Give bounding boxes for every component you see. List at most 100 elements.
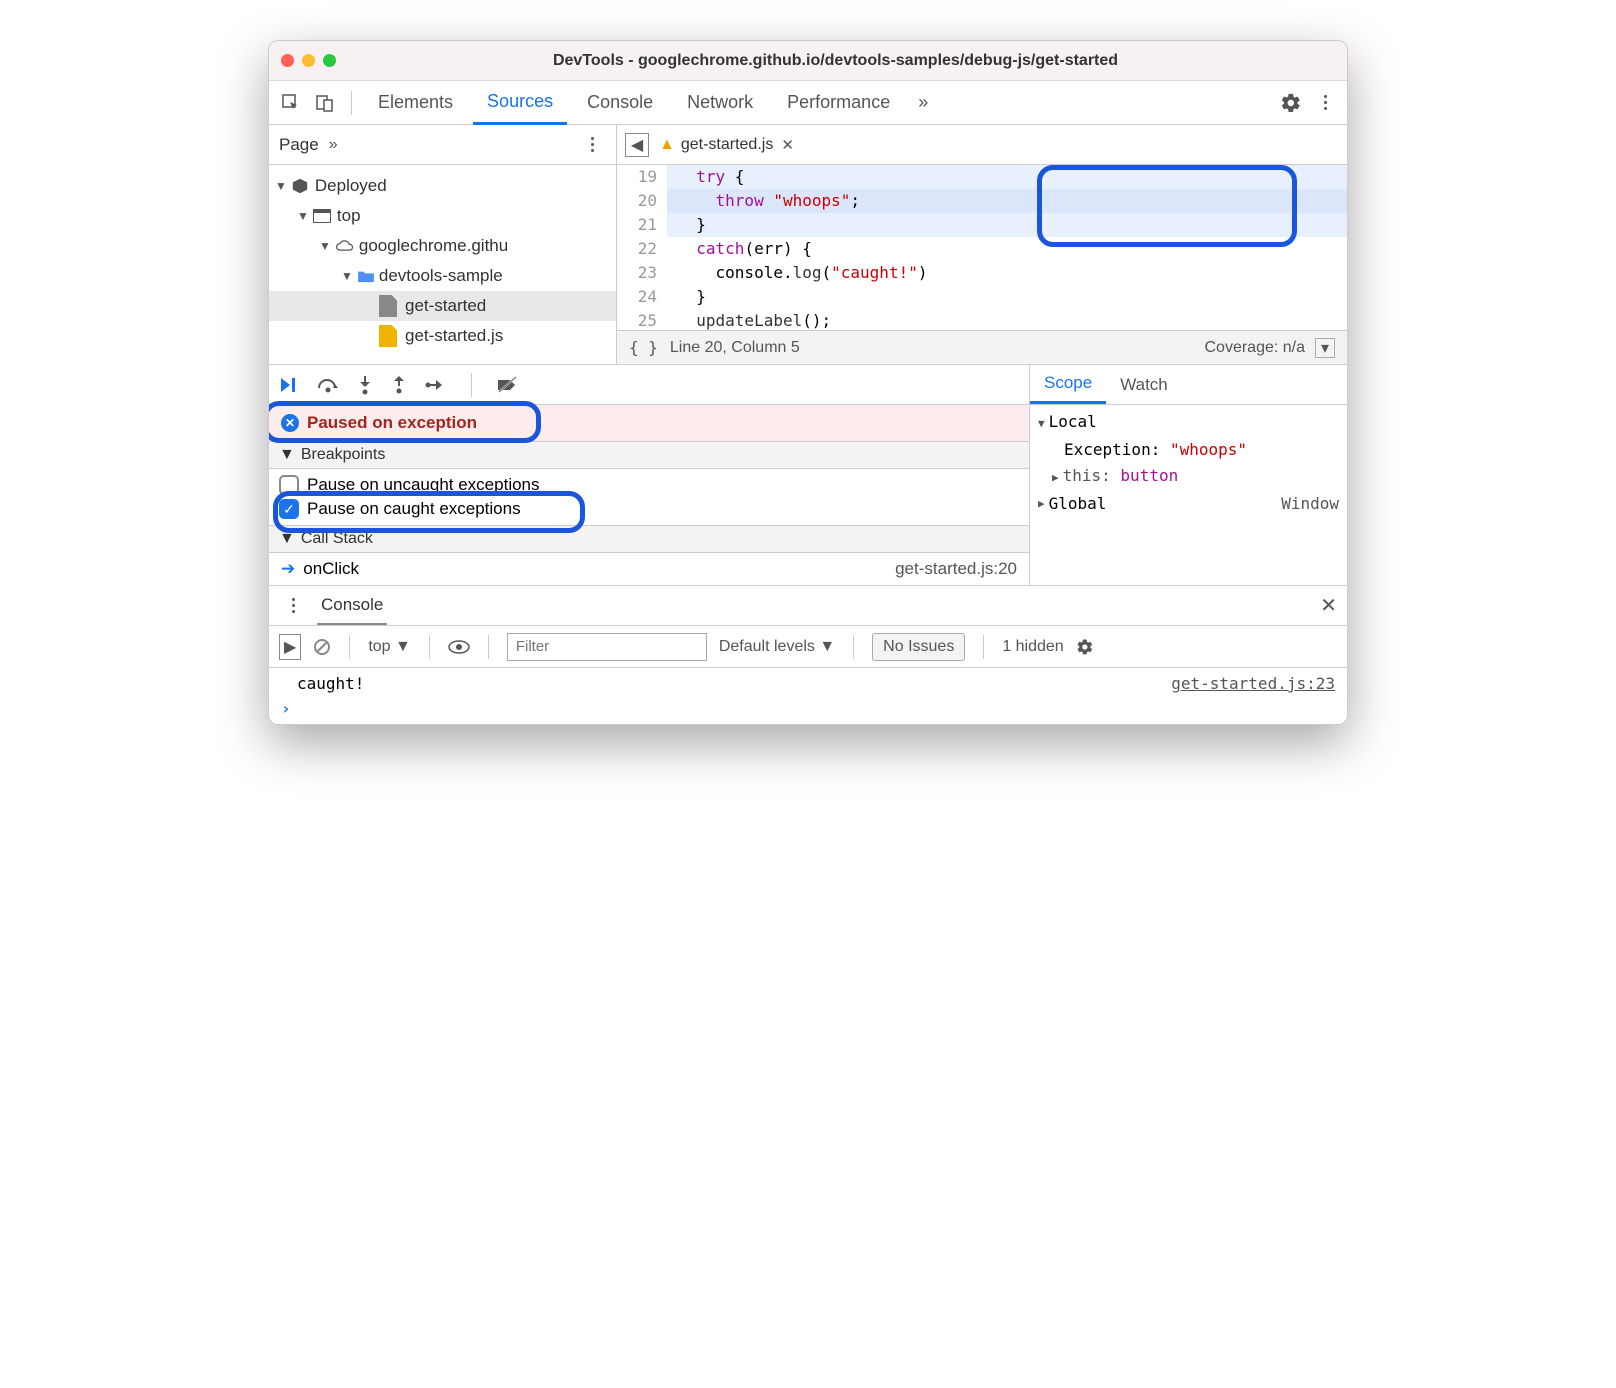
sources-subheader: Page » ◀ ▲ get-started.js ✕	[269, 125, 1347, 165]
console-prompt[interactable]: ›	[281, 693, 1335, 718]
tree-label: get-started.js	[405, 326, 503, 346]
warning-icon: ▲	[659, 136, 675, 154]
resume-icon[interactable]	[279, 376, 299, 394]
annotation-highlight-paused	[268, 401, 541, 443]
step-into-icon[interactable]	[357, 375, 373, 395]
document-icon	[379, 295, 397, 317]
tree-top[interactable]: ▼ top	[269, 201, 616, 231]
hidden-count: 1 hidden	[1002, 638, 1063, 656]
panel-tabbar: Elements Sources Console Network Perform…	[269, 81, 1347, 125]
tab-performance[interactable]: Performance	[773, 81, 904, 125]
chevron-down-icon: ▼	[279, 446, 295, 464]
console-tab[interactable]: Console	[317, 587, 387, 625]
more-tabs-button[interactable]: »	[910, 92, 936, 113]
tree-domain[interactable]: ▼ googlechrome.githu	[269, 231, 616, 261]
breakpoints-header[interactable]: ▼ Breakpoints	[269, 441, 1029, 469]
tab-elements[interactable]: Elements	[364, 81, 467, 125]
tree-label: top	[337, 206, 361, 226]
navigator-tabbar: Page »	[269, 125, 617, 164]
live-expression-icon[interactable]	[448, 640, 470, 654]
console-log-row[interactable]: caught! get-started.js:23	[281, 674, 1335, 693]
cloud-icon	[335, 239, 355, 253]
tree-file-js[interactable]: get-started.js	[269, 321, 616, 351]
tab-console[interactable]: Console	[573, 81, 667, 125]
scope-this[interactable]: ▶this: button	[1038, 463, 1339, 491]
editor-tabbar: ◀ ▲ get-started.js ✕	[617, 125, 1347, 164]
console-settings-icon[interactable]	[1076, 638, 1094, 656]
tree-label: get-started	[405, 296, 486, 316]
toggle-navigator-icon[interactable]: ◀	[625, 133, 649, 157]
coverage-label: Coverage: n/a	[1204, 339, 1305, 357]
frame-location: get-started.js:20	[895, 559, 1017, 579]
inspect-element-icon[interactable]	[277, 89, 305, 117]
console-drawer: Console ✕ ▶ top ▼ Default levels ▼ No Is…	[269, 586, 1347, 724]
scope-pane: Scope Watch ▼Local Exception: "whoops" ▶…	[1029, 365, 1347, 585]
file-navigator: ▼ Deployed ▼ top ▼ googlechrome.githu ▼ …	[269, 165, 617, 364]
page-tab[interactable]: Page	[279, 135, 319, 155]
step-icon[interactable]	[425, 377, 447, 393]
annotation-highlight-checkbox	[273, 491, 585, 533]
js-file-icon	[379, 325, 397, 347]
tree-folder[interactable]: ▼ devtools-sample	[269, 261, 616, 291]
current-frame-icon: ➔	[281, 559, 295, 579]
drawer-tabs: Console ✕	[269, 586, 1347, 626]
console-toolbar: ▶ top ▼ Default levels ▼ No Issues 1 hid…	[269, 626, 1347, 668]
tree-deployed[interactable]: ▼ Deployed	[269, 171, 616, 201]
debugger-toolbar	[269, 365, 1029, 405]
close-file-tab[interactable]: ✕	[781, 136, 794, 154]
window-title: DevTools - googlechrome.github.io/devtoo…	[336, 52, 1335, 70]
code-editor: 19 try {20 throw "whoops";21 }22 catch(e…	[617, 165, 1347, 364]
step-out-icon[interactable]	[391, 375, 407, 395]
divider	[351, 91, 352, 115]
tree-label: Deployed	[315, 176, 387, 196]
file-tab[interactable]: get-started.js	[681, 136, 773, 154]
coverage-dropdown[interactable]: ▾	[1315, 338, 1335, 358]
issues-button[interactable]: No Issues	[872, 633, 965, 661]
step-over-icon[interactable]	[317, 376, 339, 394]
code-area[interactable]: 19 try {20 throw "whoops";21 }22 catch(e…	[617, 165, 1347, 330]
tab-watch[interactable]: Watch	[1106, 365, 1182, 404]
scope-exception[interactable]: Exception: "whoops"	[1038, 437, 1339, 463]
more-navigator-tabs[interactable]: »	[329, 136, 338, 154]
annotation-highlight-code	[1037, 165, 1297, 247]
frame-icon	[313, 209, 331, 223]
close-drawer-icon[interactable]: ✕	[1320, 593, 1337, 618]
settings-icon[interactable]	[1277, 89, 1305, 117]
device-toolbar-icon[interactable]	[311, 89, 339, 117]
window-controls	[281, 54, 336, 67]
tab-scope[interactable]: Scope	[1030, 365, 1106, 404]
tab-network[interactable]: Network	[673, 81, 767, 125]
close-window-button[interactable]	[281, 54, 294, 67]
scope-watch-tabs: Scope Watch	[1030, 365, 1347, 405]
context-selector[interactable]: top ▼	[368, 638, 411, 656]
titlebar: DevTools - googlechrome.github.io/devtoo…	[269, 41, 1347, 81]
devtools-window: DevTools - googlechrome.github.io/devtoo…	[268, 40, 1348, 725]
log-source-link[interactable]: get-started.js:23	[1171, 674, 1335, 693]
minimize-window-button[interactable]	[302, 54, 315, 67]
tree-file-html[interactable]: get-started	[269, 291, 616, 321]
log-levels-selector[interactable]: Default levels ▼	[719, 638, 835, 656]
deactivate-breakpoints-icon[interactable]	[496, 376, 518, 394]
breakpoints-options: Pause on uncaught exceptions ✓ Pause on …	[269, 469, 1029, 525]
scope-local[interactable]: ▼Local	[1038, 409, 1339, 437]
cube-icon	[291, 177, 309, 195]
callstack-frame[interactable]: ➔ onClick get-started.js:20	[269, 553, 1029, 585]
log-text: caught!	[297, 674, 364, 693]
console-output: caught! get-started.js:23 ›	[269, 668, 1347, 724]
scope-global[interactable]: ▶Global Window	[1038, 491, 1339, 517]
pretty-print-icon[interactable]: { }	[629, 338, 658, 357]
clear-console-icon[interactable]	[313, 638, 331, 656]
filter-input[interactable]	[507, 633, 707, 661]
debugger-left: ✕ Paused on exception ▼ Breakpoints Paus…	[269, 365, 1029, 585]
tree-label: devtools-sample	[379, 266, 503, 286]
kebab-menu-button[interactable]	[1311, 95, 1339, 110]
editor-statusbar: { } Line 20, Column 5 Coverage: n/a ▾	[617, 330, 1347, 364]
prompt-chevron-icon: ›	[281, 699, 291, 718]
show-console-sidebar-icon[interactable]: ▶	[279, 634, 301, 660]
zoom-window-button[interactable]	[323, 54, 336, 67]
folder-icon	[357, 269, 375, 283]
tab-sources[interactable]: Sources	[473, 81, 567, 125]
navigator-menu-button[interactable]	[578, 137, 606, 152]
drawer-menu[interactable]	[279, 598, 307, 613]
sources-body: ▼ Deployed ▼ top ▼ googlechrome.githu ▼ …	[269, 165, 1347, 365]
